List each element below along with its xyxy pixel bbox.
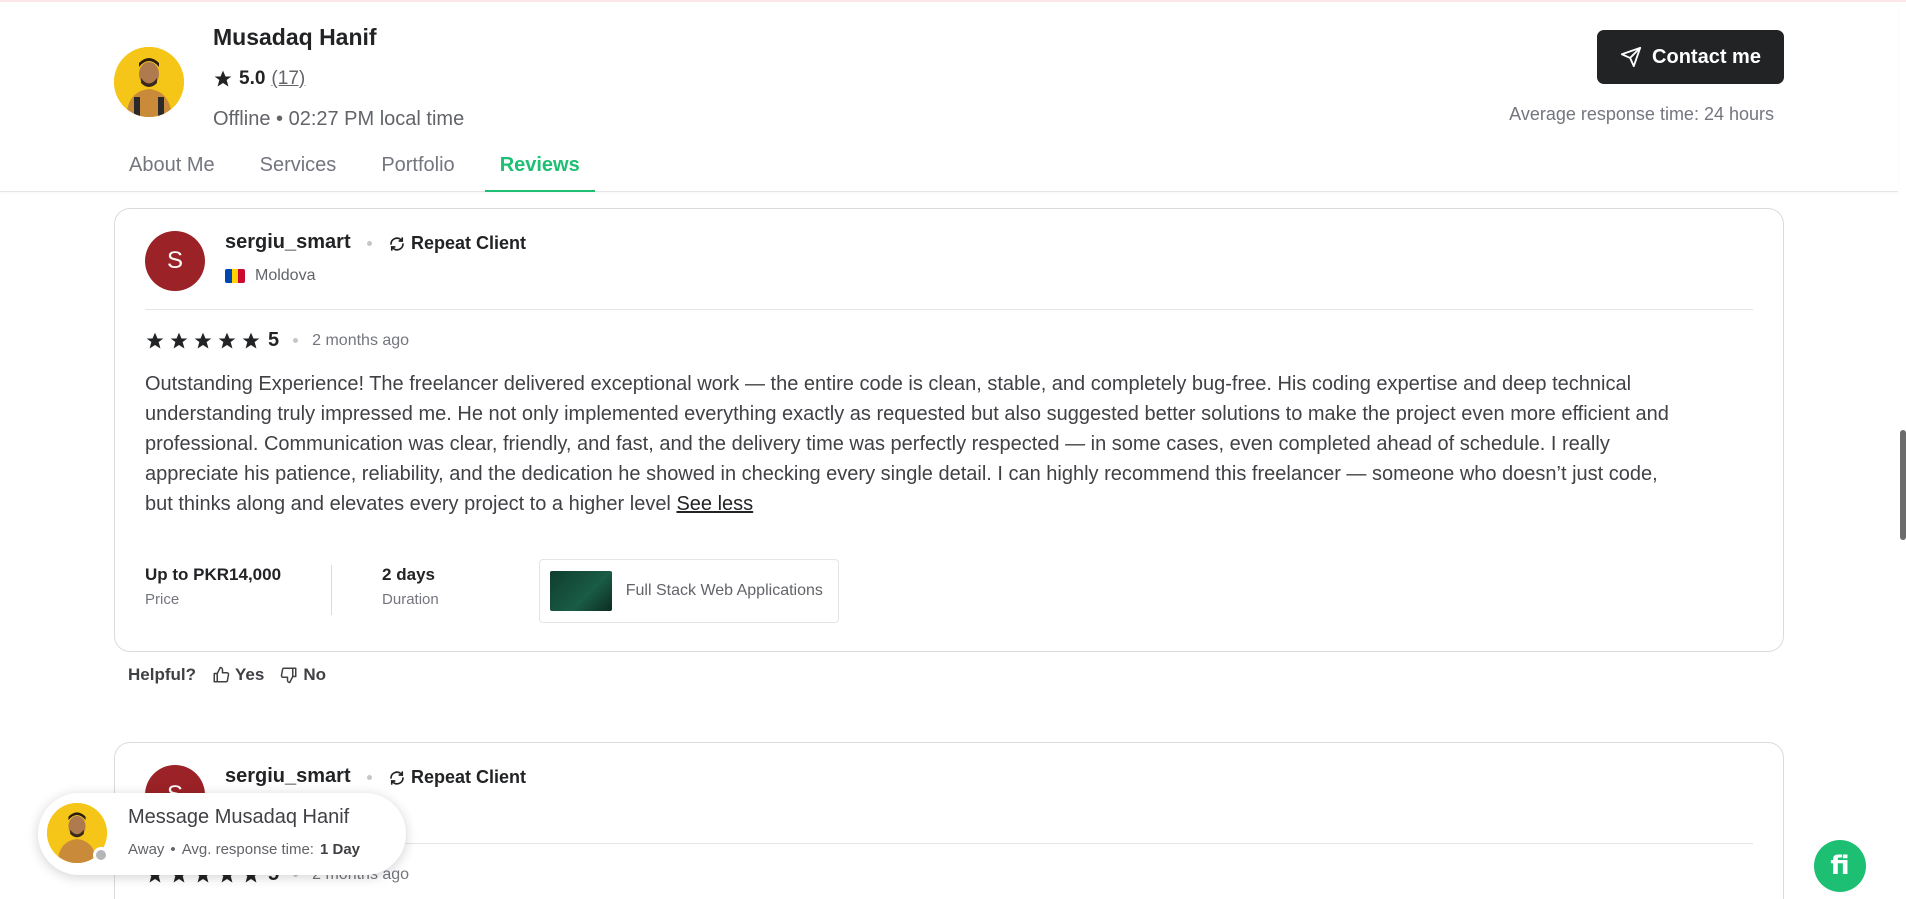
- response-time-prefix: Avg. response time:: [181, 841, 314, 858]
- review-score: 5: [268, 329, 280, 351]
- repeat-client-label: Repeat Client: [411, 233, 527, 253]
- message-seller-bubble[interactable]: Message Musadaq Hanif Away • Avg. respon…: [38, 793, 406, 875]
- reviewer-name: sergiu_smart: [225, 765, 351, 787]
- seller-avatar[interactable]: [114, 47, 184, 117]
- seller-rating: 5.0 (17): [213, 68, 305, 90]
- helpful-no-button[interactable]: No: [280, 665, 326, 685]
- repeat-icon: [390, 770, 404, 785]
- review-count-link[interactable]: (17): [271, 68, 305, 90]
- contact-me-button[interactable]: Contact me: [1597, 30, 1784, 84]
- see-less-link[interactable]: See less: [676, 493, 753, 515]
- seller-header: Musadaq Hanif 5.0 (17) Offline • 02:27 P…: [0, 2, 1898, 192]
- average-response-time: Average response time: 24 hours: [1509, 104, 1774, 124]
- review-divider: [145, 309, 1753, 310]
- order-details: Up to PKR14,000 Price 2 days Duration Fu…: [145, 559, 839, 623]
- price-value: Up to PKR14,000: [145, 565, 282, 584]
- star-icon: [146, 332, 164, 348]
- send-icon: [1620, 46, 1642, 68]
- gig-link[interactable]: Full Stack Web Applications: [538, 559, 839, 623]
- helpful-no-label: No: [303, 665, 326, 684]
- local-time: 02:27 PM local time: [288, 108, 465, 130]
- rating-score: 5.0: [239, 68, 266, 89]
- helpful-feedback: Helpful? Yes No: [128, 665, 326, 685]
- reviewer-avatar: S: [145, 231, 205, 291]
- separator-dot: [293, 338, 299, 343]
- review-rating: 5 2 months ago: [145, 329, 409, 352]
- helpful-label: Helpful?: [128, 665, 196, 684]
- star-icon: [170, 332, 188, 348]
- tab-about-me[interactable]: About Me: [114, 150, 230, 192]
- bullet-separator: •: [170, 841, 176, 858]
- reviewer-name: sergiu_smart: [225, 231, 351, 253]
- reviewer-country: Moldova: [225, 267, 315, 285]
- thumbs-up-icon: [213, 666, 230, 683]
- review-date: 2 months ago: [312, 331, 410, 349]
- star-icon: [214, 70, 232, 87]
- response-time-value: 1 Day: [319, 841, 361, 858]
- gig-thumbnail: [549, 571, 612, 611]
- seller-status: Offline • 02:27 PM local time: [213, 108, 465, 130]
- country-name: Moldova: [255, 267, 316, 284]
- fiverr-logo-button[interactable]: fi: [1814, 840, 1866, 892]
- away-status: Away: [128, 841, 165, 858]
- seller-name: Musadaq Hanif: [213, 24, 377, 50]
- separator-dot: [367, 241, 372, 246]
- duration-value: 2 days: [382, 565, 435, 584]
- moldova-flag-icon: [225, 269, 245, 283]
- thumbs-down-icon: [281, 667, 297, 684]
- scrollbar-thumb[interactable]: [1900, 430, 1906, 540]
- duration-label: Duration: [382, 591, 439, 608]
- star-icon: [194, 332, 212, 348]
- tab-reviews[interactable]: Reviews: [484, 150, 595, 192]
- profile-tabs: About Me Services Portfolio Reviews: [114, 150, 610, 192]
- helpful-yes-label: Yes: [235, 665, 265, 684]
- repeat-client-badge: Repeat Client: [387, 233, 526, 254]
- presence-indicator: [93, 847, 109, 863]
- review-body: Outstanding Experience! The freelancer d…: [145, 373, 1669, 515]
- tab-portfolio[interactable]: Portfolio: [366, 150, 469, 192]
- message-bubble-status: Away • Avg. response time: 1 Day: [128, 841, 360, 858]
- star-icon: [218, 332, 236, 348]
- review-card: S sergiu_smart Repeat Client Moldova 5 2…: [114, 208, 1784, 652]
- separator-dot: [367, 775, 372, 780]
- price-label: Price: [145, 591, 180, 608]
- online-status: Offline: [213, 108, 271, 130]
- gig-title: Full Stack Web Applications: [625, 582, 823, 599]
- review-text: Outstanding Experience! The freelancer d…: [145, 369, 1685, 519]
- repeat-client-badge: Repeat Client: [387, 767, 526, 788]
- price-detail: Up to PKR14,000 Price: [145, 565, 331, 615]
- star-icon: [242, 332, 260, 348]
- tab-services[interactable]: Services: [245, 150, 352, 192]
- message-bubble-title: Message Musadaq Hanif: [128, 806, 350, 828]
- repeat-icon: [390, 236, 404, 251]
- helpful-yes-button[interactable]: Yes: [212, 665, 264, 685]
- contact-me-label: Contact me: [1652, 45, 1761, 68]
- repeat-client-label: Repeat Client: [411, 767, 527, 787]
- duration-detail: 2 days Duration: [331, 565, 489, 615]
